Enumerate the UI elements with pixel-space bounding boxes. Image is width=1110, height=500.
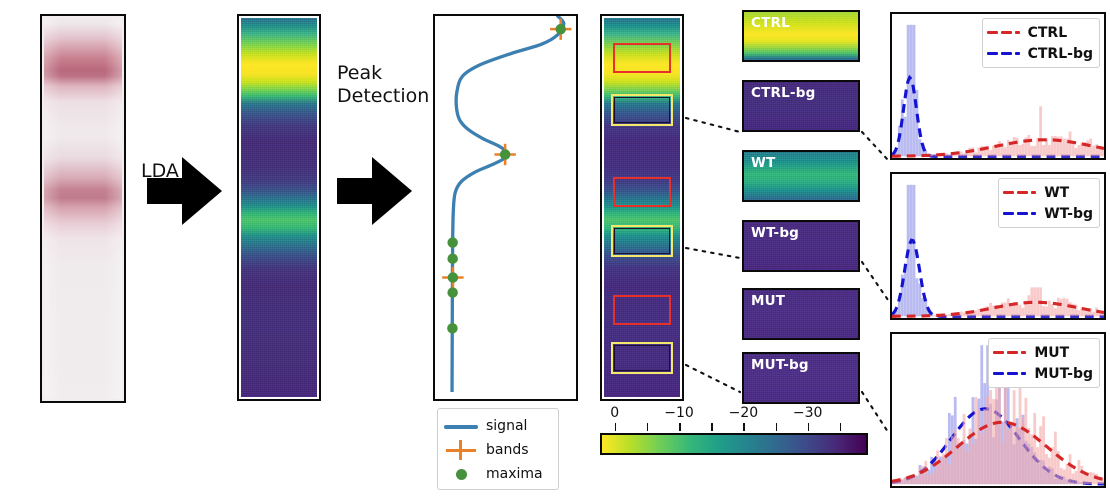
colorbar-label-4: −20: [728, 405, 759, 421]
ctrl-dashed-line-icon: [986, 26, 1021, 40]
bg-box-wt[interactable]: [611, 225, 673, 257]
histogram-legend-ctrl: CTRL CTRL-bg: [981, 18, 1100, 68]
crop-panel-wt: WT: [742, 150, 860, 202]
hist-legend-item-wt: WT: [1003, 182, 1093, 203]
ctrl-bg-dashed-line-icon: [986, 47, 1021, 61]
signal-curve-svg: [442, 16, 572, 393]
colorbar-label-0: 0: [610, 405, 620, 421]
hist-legend-item-mut: MUT: [993, 342, 1093, 363]
step-label-peak-line2: Detection: [337, 85, 430, 107]
colorbar-tick-3: [711, 423, 713, 431]
bands-plus-icon: [444, 440, 478, 460]
roi-box-wt[interactable]: [613, 177, 671, 207]
lda-projected-strip-image: [237, 14, 321, 401]
crop-label-wt: WT: [751, 155, 776, 171]
hist-legend-label-wt-bg: WT-bg: [1044, 205, 1093, 222]
legend-item-signal: signal: [444, 414, 552, 438]
colorbar-tick-0: [614, 423, 617, 431]
hist-legend-label-mut-bg: MUT-bg: [1034, 365, 1093, 382]
legend-label-signal: signal: [486, 418, 528, 434]
step-label-peak-line1: Peak: [337, 62, 383, 84]
mut-bg-dashed-line-icon: [993, 367, 1027, 381]
histogram-bars-CTRL: [915, 106, 1104, 157]
crop-panel-ctrl: CTRL: [742, 10, 860, 62]
lda-strip-gradient: [241, 18, 317, 397]
hist-legend-item-ctrl-bg: CTRL-bg: [986, 43, 1093, 64]
histogram-bars-WT: [930, 287, 1104, 317]
crop-panel-mut-bg: MUT-bg: [742, 352, 860, 404]
colorbar: 0 −10 −20 −30: [600, 405, 868, 455]
crop-label-ctrl: CTRL: [751, 15, 790, 31]
histogram-bars-CTRL-bg: [892, 24, 931, 157]
lda-strip-noise: [241, 18, 317, 397]
colorbar-gradient: [600, 433, 868, 455]
histogram-legend-wt: WT WT-bg: [998, 178, 1100, 228]
histogram-legend-mut: MUT MUT-bg: [988, 338, 1100, 388]
segmented-strip-gradient: [604, 18, 680, 397]
legend-label-bands: bands: [486, 442, 529, 458]
peak-detection-plot: [433, 14, 578, 401]
histogram-bars-MUT: [892, 383, 1104, 485]
histogram-panel-wt: WT WT-bg: [890, 172, 1106, 320]
segmented-strip-noise: [604, 18, 680, 397]
arrow-peak-detection-icon: [337, 156, 412, 226]
colorbar-tick-7: [839, 423, 842, 431]
arrow-lda-icon: [147, 156, 222, 226]
hist-legend-label-ctrl-bg: CTRL-bg: [1027, 45, 1093, 62]
bg-box-ctrl[interactable]: [611, 94, 673, 126]
mut-dashed-line-icon: [993, 346, 1027, 360]
colorbar-tick-4: [743, 423, 745, 431]
crop-panel-ctrl-bg: CTRL-bg: [742, 80, 860, 132]
colorbar-tick-6: [807, 423, 810, 431]
colorbar-tick-row: 0 −10 −20 −30: [600, 405, 868, 431]
roi-box-ctrl[interactable]: [613, 43, 671, 73]
raw-lfa-strip-image: [40, 14, 126, 403]
legend-item-maxima: maxima: [444, 462, 552, 486]
colorbar-tick-1: [646, 423, 649, 431]
crop-label-wt-bg: WT-bg: [751, 225, 800, 241]
colorbar-label-2: −10: [664, 405, 694, 421]
crop-label-mut: MUT: [751, 293, 786, 309]
step-label-peak-detection: Peak Detection: [337, 62, 429, 108]
signal-line-icon: [444, 416, 478, 436]
hist-legend-label-ctrl: CTRL: [1027, 24, 1068, 41]
colorbar-tick-5: [775, 423, 778, 431]
bg-box-mut[interactable]: [611, 342, 673, 374]
crop-label-mut-bg: MUT-bg: [751, 357, 809, 373]
hist-legend-label-mut: MUT: [1034, 344, 1070, 361]
wt-bg-dashed-line-icon: [1003, 207, 1037, 221]
legend-item-bands: bands: [444, 438, 552, 462]
signal-plot-legend: signal bands maxima: [437, 408, 559, 490]
legend-label-maxima: maxima: [486, 466, 543, 482]
hist-legend-label-wt: WT: [1044, 184, 1070, 201]
roi-box-mut[interactable]: [613, 295, 671, 325]
histogram-panel-mut: MUT MUT-bg: [890, 332, 1106, 488]
signal-curve-path: [450, 16, 566, 393]
colorbar-label-6: −30: [792, 405, 823, 421]
lfa-strip-sheen: [44, 18, 122, 399]
segmented-strip-image: [600, 14, 684, 401]
wt-dashed-line-icon: [1003, 186, 1037, 200]
histogram-panel-ctrl: CTRL CTRL-bg: [890, 12, 1106, 160]
maxima-dot-icon: [444, 464, 478, 484]
hist-legend-item-ctrl: CTRL: [986, 22, 1093, 43]
crop-panel-wt-bg: WT-bg: [742, 220, 860, 272]
crop-panel-mut: MUT: [742, 288, 860, 340]
hist-legend-item-mut-bg: MUT-bg: [993, 363, 1093, 384]
crop-label-ctrl-bg: CTRL-bg: [751, 85, 816, 101]
hist-legend-item-wt-bg: WT-bg: [1003, 203, 1093, 224]
colorbar-tick-2: [679, 423, 681, 431]
